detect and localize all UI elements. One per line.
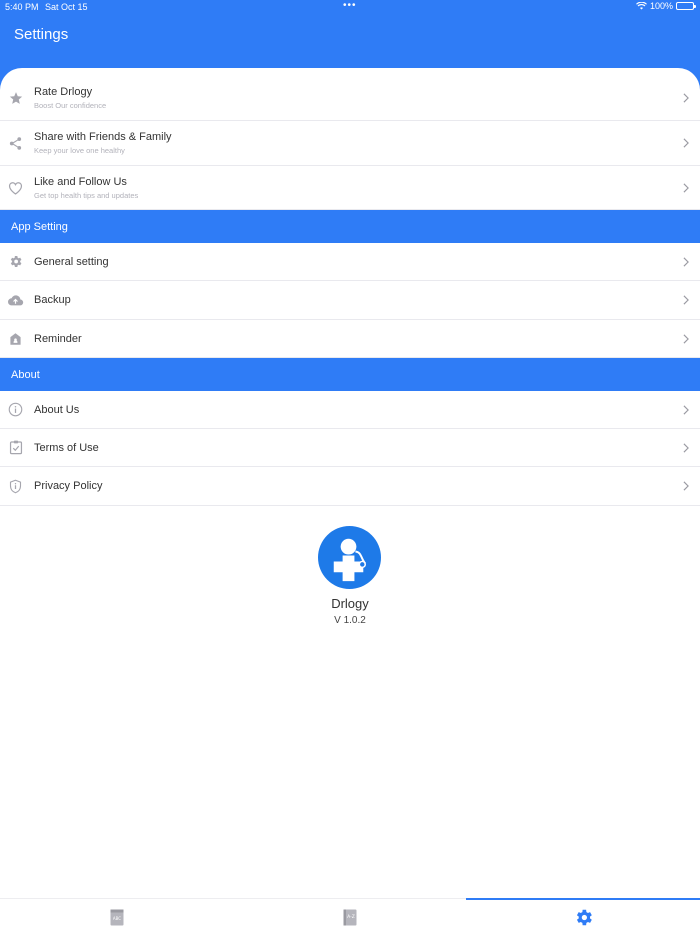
checklist-icon [7,439,24,456]
reminder-icon [7,330,24,347]
chevron-right-icon [683,442,689,453]
cloud-upload-icon [7,292,24,309]
reminder-texts: Reminder [34,333,82,345]
gear-icon [7,253,24,270]
multitask-dots[interactable]: ••• [343,0,357,11]
wifi-icon [636,2,647,10]
backup-row[interactable]: Backup [0,281,700,320]
tab-abc[interactable]: ABC [0,899,233,934]
section-header-about: About [0,358,700,391]
app-name: Drlogy [331,596,369,611]
share-friends-row[interactable]: Share with Friends & Family Keep your lo… [0,121,700,166]
row-subtitle: Get top health tips and updates [34,190,139,200]
terms-of-use-row[interactable]: Terms of Use [0,429,700,467]
battery-percent: 100% [649,1,673,11]
star-icon [7,90,24,107]
row-title: Backup [34,294,71,306]
section-header-app-setting: App Setting [0,210,700,243]
like-follow-row[interactable]: Like and Follow Us Get top health tips a… [0,166,700,210]
about-us-texts: About Us [34,404,79,416]
like-follow-texts: Like and Follow Us Get top health tips a… [34,176,138,200]
chevron-right-icon [683,481,689,491]
gear-icon [576,909,592,925]
info-icon [7,401,24,418]
status-date: Sat Oct 15 [45,2,88,12]
row-subtitle: Keep your love one healthy [34,146,125,155]
tab-az[interactable]: A-Z [233,899,466,934]
row-title: Share with Friends & Family [34,131,172,143]
chevron-right-icon [683,404,689,415]
rate-drlogy-texts: Rate Drlogy Boost Our confidence [34,86,106,110]
reminder-row[interactable]: Reminder [0,320,700,358]
chevron-right-icon [683,93,689,103]
tab-bar: ABC A-Z [0,898,700,934]
chevron-right-icon [683,138,689,148]
row-title: General setting [34,255,109,268]
row-title: Reminder [34,332,82,345]
app-version: V 1.0.2 [334,615,366,626]
share-icon [7,135,24,152]
abc-book-icon: ABC [110,909,123,925]
rate-drlogy-row[interactable]: Rate Drlogy Boost Our confidence [0,76,700,121]
svg-text:A-Z: A-Z [347,914,355,920]
status-right: 100% [636,1,696,11]
drlogy-logo-icon [318,526,381,589]
page-title: Settings [14,26,69,43]
terms-of-use-texts: Terms of Use [34,442,99,454]
svg-text:ABC: ABC [112,916,120,921]
heart-icon [7,179,24,196]
general-setting-texts: General setting [34,256,109,268]
status-bar: 5:40 PM Sat Oct 15 ••• 100% [0,0,700,14]
row-title: Terms of Use [34,441,99,454]
chevron-right-icon [683,256,689,267]
row-title: Privacy Policy [34,480,103,492]
tab-active-indicator [466,898,700,900]
shield-icon [7,478,24,495]
battery-icon [676,2,696,10]
chevron-right-icon [683,333,689,344]
about-us-row[interactable]: About Us [0,391,700,429]
privacy-policy-texts: Privacy Policy [34,480,102,492]
privacy-policy-row[interactable]: Privacy Policy [0,467,700,506]
row-title: Like and Follow Us [34,175,127,188]
chevron-right-icon [683,295,689,305]
tab-settings[interactable] [466,898,700,934]
status-time: 5:40 PM [5,2,39,12]
row-title: Rate Drlogy [34,86,93,98]
general-setting-row[interactable]: General setting [0,243,700,281]
row-subtitle: Boost Our confidence [34,101,107,110]
row-title: About Us [34,403,80,416]
chevron-right-icon [683,182,689,193]
az-book-icon: A-Z [343,909,356,925]
backup-texts: Backup [34,294,71,306]
share-friends-texts: Share with Friends & Family Keep your lo… [34,131,172,155]
